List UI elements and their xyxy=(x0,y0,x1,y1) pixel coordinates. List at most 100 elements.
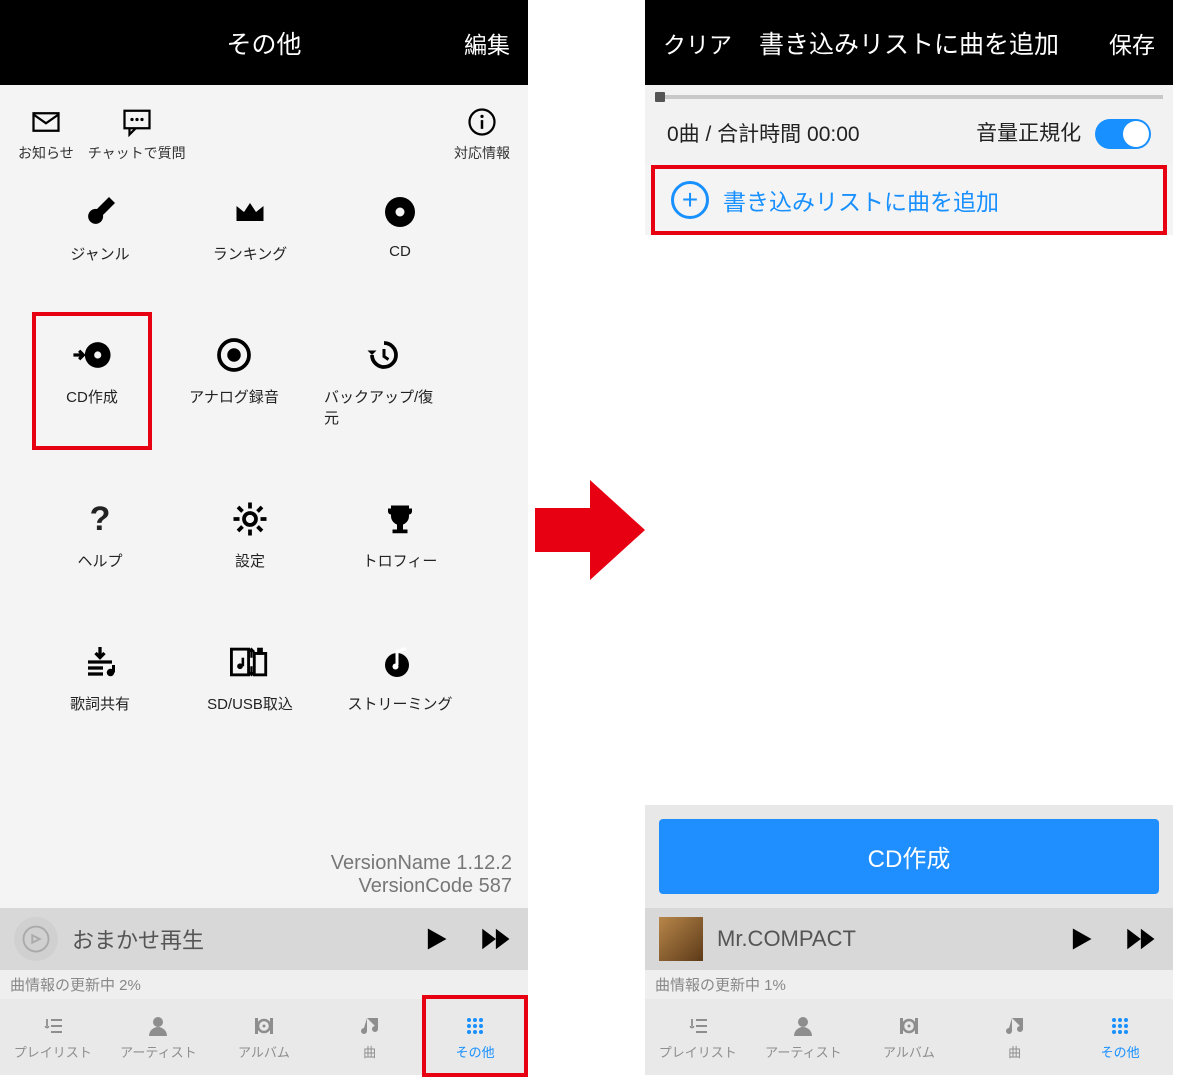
grid-sdusb-label: SD/USB取込 xyxy=(207,693,293,714)
record-icon xyxy=(216,334,252,376)
grid-sdusb[interactable]: SD/USB取込 xyxy=(190,641,310,714)
cd-create-button[interactable]: CD作成 xyxy=(659,819,1159,894)
tab-album-label: アルバム xyxy=(883,1042,935,1061)
lyrics-icon xyxy=(82,641,118,683)
chat-label: チャットで質問 xyxy=(88,143,186,163)
tab-artist[interactable]: アーティスト xyxy=(106,999,212,1075)
playlist-icon xyxy=(686,1014,710,1038)
clear-button[interactable]: クリア xyxy=(663,26,732,60)
grid-genre[interactable]: ジャンル xyxy=(40,191,160,264)
grid-ranking-label: ランキング xyxy=(213,243,288,264)
album-icon xyxy=(252,1014,276,1038)
tab-playlist-label: プレイリスト xyxy=(14,1042,92,1061)
grid-cdcreate-label: CD作成 xyxy=(66,386,118,407)
help-icon: ? xyxy=(90,498,111,540)
tab-album[interactable]: アルバム xyxy=(211,999,317,1075)
info-button[interactable]: 対応情報 xyxy=(454,107,510,163)
header-right: クリア 書き込みリストに曲を追加 保存 xyxy=(645,0,1173,85)
grid-trophy[interactable]: トロフィー xyxy=(340,498,460,571)
grid-backup[interactable]: バックアップ/復元 xyxy=(324,334,444,428)
tab-song[interactable]: 曲 xyxy=(317,999,423,1075)
info-label: 対応情報 xyxy=(454,143,510,163)
grid-cdcreate[interactable]: CD作成 xyxy=(32,312,152,450)
now-playing-title: おまかせ再生 xyxy=(72,923,408,955)
grid-help[interactable]: ? ヘルプ xyxy=(40,498,160,571)
notice-button[interactable]: お知らせ xyxy=(18,107,74,163)
artist-icon xyxy=(146,1014,170,1038)
tab-playlist[interactable]: プレイリスト xyxy=(645,999,751,1075)
streaming-icon xyxy=(382,641,418,683)
normalize-row: 音量正規化 xyxy=(976,117,1151,149)
album-art xyxy=(659,917,703,961)
burn-count: 0曲 / 合計時間 00:00 xyxy=(667,118,860,148)
grid-analog-label: アナログ録音 xyxy=(189,386,279,407)
grid-streaming-label: ストリーミング xyxy=(347,693,452,714)
version-name: VersionName 1.12.2 xyxy=(0,852,512,875)
status-text-right: 曲情報の更新中 1% xyxy=(645,970,1173,999)
chat-button[interactable]: チャットで質問 xyxy=(88,107,186,163)
tab-album[interactable]: アルバム xyxy=(856,999,962,1075)
grid-ranking[interactable]: ランキング xyxy=(190,191,310,264)
tab-artist-label: アーティスト xyxy=(765,1042,841,1061)
album-art-placeholder xyxy=(14,917,58,961)
tab-other[interactable]: その他 xyxy=(1067,999,1173,1075)
info-icon xyxy=(463,107,501,137)
cd-icon xyxy=(382,191,418,233)
add-songs-button[interactable]: + 書き込みリストに曲を追加 xyxy=(651,165,1167,235)
grid-lyrics-label: 歌詞共有 xyxy=(70,693,130,714)
play-icon[interactable] xyxy=(422,925,450,953)
grid-cd[interactable]: CD xyxy=(340,191,460,264)
save-button[interactable]: 保存 xyxy=(1109,26,1155,60)
other-grid: ジャンル ランキング CD CD作成 アナログ録音 バックア xyxy=(0,171,528,852)
sdusb-icon xyxy=(230,641,270,683)
grid-analog[interactable]: アナログ録音 xyxy=(174,334,294,428)
grid-streaming[interactable]: ストリーミング xyxy=(340,641,460,714)
artist-icon xyxy=(791,1014,815,1038)
song-icon xyxy=(1003,1014,1027,1038)
restore-icon xyxy=(366,334,402,376)
album-icon xyxy=(897,1014,921,1038)
tab-other[interactable]: その他 xyxy=(422,999,528,1075)
transition-arrow xyxy=(535,480,645,580)
tab-other-label: その他 xyxy=(1101,1042,1140,1061)
grid-genre-label: ジャンル xyxy=(70,243,129,264)
song-icon xyxy=(358,1014,382,1038)
mail-icon xyxy=(27,107,65,137)
tab-artist-label: アーティスト xyxy=(120,1042,196,1061)
grid-trophy-label: トロフィー xyxy=(363,550,438,571)
grid-dots-icon xyxy=(1108,1014,1132,1038)
tab-bar: プレイリスト アーティスト アルバム 曲 その他 xyxy=(0,999,528,1075)
trophy-icon xyxy=(382,498,418,540)
chat-icon xyxy=(118,107,156,137)
grid-lyrics[interactable]: 歌詞共有 xyxy=(40,641,160,714)
screen-burn-list: クリア 書き込みリストに曲を追加 保存 0曲 / 合計時間 00:00 音量正規… xyxy=(645,0,1173,1075)
tab-album-label: アルバム xyxy=(238,1042,290,1061)
edit-button[interactable]: 編集 xyxy=(464,26,510,60)
next-icon[interactable] xyxy=(480,925,514,953)
version-code: VersionCode 587 xyxy=(0,875,512,898)
plus-icon: + xyxy=(671,181,709,219)
now-playing-title-right: Mr.COMPACT xyxy=(717,926,1053,952)
burn-progress[interactable] xyxy=(655,95,1163,99)
tab-playlist[interactable]: プレイリスト xyxy=(0,999,106,1075)
play-icon[interactable] xyxy=(1067,925,1095,953)
burn-progress-area: 0曲 / 合計時間 00:00 音量正規化 xyxy=(645,85,1173,165)
now-playing-bar[interactable]: おまかせ再生 xyxy=(0,908,528,970)
tab-artist[interactable]: アーティスト xyxy=(751,999,857,1075)
normalize-toggle[interactable] xyxy=(1095,119,1151,149)
tab-song-label: 曲 xyxy=(363,1042,376,1061)
notice-label: お知らせ xyxy=(18,143,74,163)
cd-button-container: CD作成 xyxy=(645,805,1173,908)
header: その他 編集 xyxy=(0,0,528,85)
tab-song-label: 曲 xyxy=(1008,1042,1021,1061)
top-icon-row: お知らせ チャットで質問 対応情報 xyxy=(0,85,528,171)
grid-settings[interactable]: 設定 xyxy=(190,498,310,571)
tab-playlist-label: プレイリスト xyxy=(659,1042,737,1061)
next-icon[interactable] xyxy=(1125,925,1159,953)
gear-icon xyxy=(232,498,268,540)
crown-icon xyxy=(232,191,268,233)
now-playing-bar-right[interactable]: Mr.COMPACT xyxy=(645,908,1173,970)
normalize-label: 音量正規化 xyxy=(976,122,1081,145)
tab-song[interactable]: 曲 xyxy=(962,999,1068,1075)
guitar-icon xyxy=(82,191,118,233)
